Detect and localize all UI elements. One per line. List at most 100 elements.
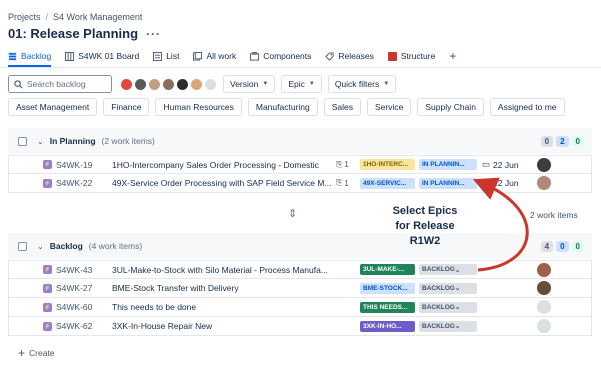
structure-icon	[387, 51, 397, 61]
tab-label: Releases	[338, 51, 374, 61]
avatar[interactable]	[148, 77, 161, 91]
status-dropdown[interactable]: IN PLANNIN...	[419, 177, 477, 189]
section-checkbox[interactable]	[18, 136, 27, 146]
search-input[interactable]: Search backlog	[8, 75, 112, 93]
avatar[interactable]	[190, 77, 203, 91]
issue-key[interactable]: S4WK-60	[56, 302, 112, 312]
chevron-down-icon[interactable]: ⌄	[37, 137, 44, 146]
tab-backlog[interactable]: Backlog	[8, 46, 52, 67]
todo-count: 0	[540, 135, 554, 147]
search-placeholder: Search backlog	[27, 79, 86, 89]
tab-label: S4WK 01 Board	[78, 51, 140, 61]
unassigned-avatar-icon[interactable]	[537, 300, 551, 314]
breadcrumb-separator: /	[45, 12, 49, 22]
chip-asset-management[interactable]: Asset Management	[8, 98, 98, 116]
chip-service[interactable]: Service	[367, 98, 412, 116]
list-icon	[153, 51, 163, 61]
more-actions-icon[interactable]: ···	[146, 27, 161, 41]
issue-summary[interactable]: 1HO-Intercompany Sales Order Processing …	[112, 160, 319, 170]
issue-key[interactable]: S4WK-19	[56, 160, 112, 170]
chip-human-resources[interactable]: Human Resources	[155, 98, 242, 116]
section-count: (2 work items)	[101, 136, 155, 146]
child-count: ⎘ 1	[336, 178, 349, 188]
chip-finance[interactable]: Finance	[103, 98, 150, 116]
epic-lozenge[interactable]: 3UL-MAKE-...	[360, 264, 415, 275]
backlog-icon	[8, 52, 17, 60]
chip-assigned-to-me[interactable]: Assigned to me	[489, 98, 565, 116]
issue-key[interactable]: S4WK-22	[56, 178, 112, 188]
issue-key[interactable]: S4WK-27	[56, 283, 112, 293]
quick-filters-dropdown[interactable]: Quick filters ▼	[327, 75, 397, 93]
version-dropdown[interactable]: Version ▼	[223, 75, 276, 93]
section-checkbox[interactable]	[18, 241, 27, 251]
quick-filter-chips: Asset Management Finance Human Resources…	[8, 98, 565, 116]
table-row[interactable]: ⚡ S4WK-62 3XK-In-House Repair New 3XK-IN…	[8, 317, 592, 336]
epic-dropdown[interactable]: Epic ▼	[281, 75, 322, 93]
in-progress-count: 2	[556, 135, 569, 147]
table-row[interactable]: ⚡ S4WK-60 This needs to be done THIS NEE…	[8, 298, 592, 317]
avatar[interactable]	[162, 77, 175, 91]
status-dropdown[interactable]: IN PLANNIN...	[419, 159, 477, 170]
section-title: Backlog	[49, 241, 83, 251]
epic-type-icon: ⚡	[43, 321, 52, 331]
tab-all-work[interactable]: All work	[193, 46, 236, 66]
issue-key[interactable]: S4WK-43	[56, 265, 112, 275]
child-count-value: 1	[344, 178, 349, 188]
issue-key[interactable]: S4WK-62	[56, 321, 112, 331]
page-title: 01: Release Planning	[8, 26, 139, 41]
sprint-header-in-planning[interactable]: ⌄ In Planning (2 work items) 0 2 0	[8, 128, 592, 154]
annotation-arrow-icon	[472, 177, 529, 272]
epic-lozenge[interactable]: 3XK-IN-HO...	[360, 320, 415, 332]
tab-board[interactable]: S4WK 01 Board	[65, 46, 139, 66]
page-title-row: 01: Release Planning ···	[8, 26, 161, 41]
chevron-down-icon: ▼	[308, 81, 315, 87]
create-button[interactable]: + Create	[18, 346, 55, 360]
epic-lozenge[interactable]: BME-STOCK...	[360, 282, 415, 294]
unassigned-avatar-icon[interactable]	[537, 319, 551, 333]
epic-lozenge[interactable]: 49X-SERVIC...	[360, 177, 415, 189]
done-count: 0	[571, 240, 584, 252]
status-dropdown[interactable]: BACKLOG ⌄	[419, 282, 477, 294]
issue-summary[interactable]: 3XK-In-House Repair New	[112, 321, 212, 331]
status-dropdown[interactable]: BACKLOG ⌄	[419, 301, 477, 313]
epic-type-icon: ⚡	[43, 265, 52, 274]
due-date: ▭ 22 Jun	[482, 159, 519, 170]
tab-components[interactable]: Components	[250, 46, 311, 66]
avatar[interactable]	[134, 77, 147, 91]
version-label: Version	[230, 79, 259, 89]
epic-lozenge[interactable]: THIS NEEDS...	[360, 301, 415, 313]
chip-supply-chain[interactable]: Supply Chain	[417, 98, 484, 116]
tab-label: List	[166, 51, 180, 61]
add-tab-icon[interactable]: +	[449, 46, 456, 66]
releases-icon	[325, 51, 334, 61]
chevron-down-icon[interactable]: ⌄	[37, 242, 44, 251]
drag-handle-icon[interactable]: ⇕	[288, 207, 297, 220]
status-label: BACKLOG	[422, 303, 455, 311]
epic-lozenge[interactable]: 1HO-INTERC...	[360, 159, 415, 170]
issue-summary[interactable]: 49X-Service Order Processing with SAP Fi…	[112, 178, 332, 188]
breadcrumb-projects[interactable]: Projects	[8, 12, 41, 22]
chevron-down-icon: ⌄	[454, 285, 461, 292]
status-label: BACKLOG	[422, 266, 455, 273]
chevron-down-icon: ⌄	[454, 304, 461, 311]
status-dropdown[interactable]: BACKLOG ⌄	[419, 320, 477, 332]
chip-manufacturing[interactable]: Manufacturing	[247, 98, 318, 116]
avatar-filter-group	[120, 77, 217, 91]
create-label: Create	[29, 348, 55, 358]
epic-type-icon: ⚡	[43, 302, 52, 312]
avatar[interactable]	[204, 77, 217, 91]
avatar[interactable]	[120, 77, 133, 91]
epic-type-icon: ⚡	[43, 160, 52, 169]
status-dropdown[interactable]: BACKLOG ⌄	[419, 264, 477, 275]
tab-structure[interactable]: Structure	[387, 46, 435, 66]
tab-releases[interactable]: Releases	[325, 46, 374, 66]
avatar[interactable]	[176, 77, 189, 91]
issue-summary[interactable]: This needs to be done	[112, 302, 196, 312]
breadcrumb-project[interactable]: S4 Work Management	[53, 12, 142, 22]
tab-list[interactable]: List	[153, 46, 179, 66]
chip-sales[interactable]: Sales	[323, 98, 362, 116]
issue-summary[interactable]: 3UL-Make-to-Stock with Silo Material - P…	[112, 265, 328, 275]
annotation-callout: Select Epics for Release R1W2	[370, 204, 480, 249]
issue-summary[interactable]: BME-Stock Transfer with Delivery	[112, 283, 239, 293]
all-work-icon	[193, 51, 203, 61]
